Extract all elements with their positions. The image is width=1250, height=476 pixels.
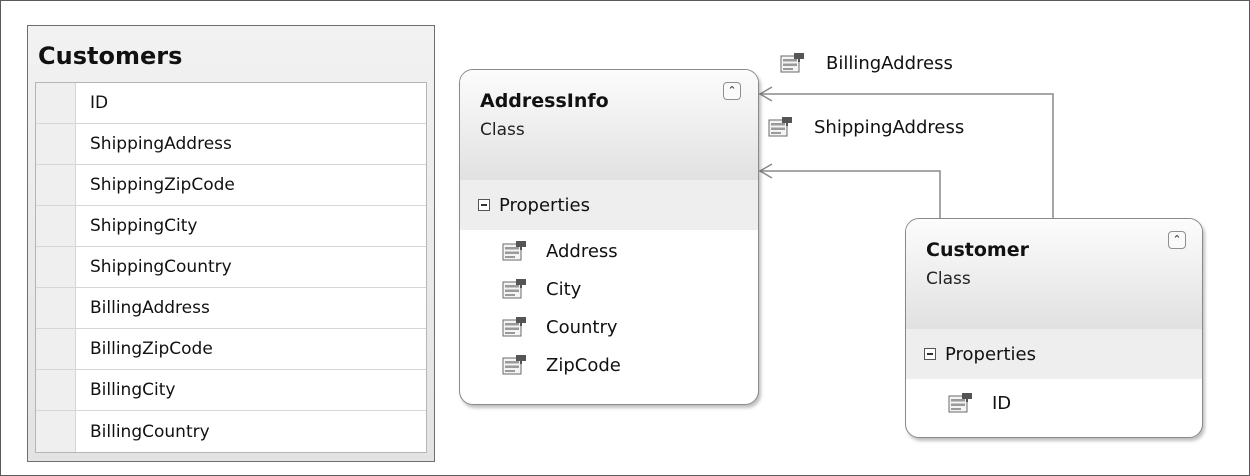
column-name: ShippingZipCode <box>90 175 235 195</box>
property-icon <box>502 355 526 375</box>
shipping-address-association-label[interactable]: ShippingAddress <box>768 116 964 138</box>
column-name: BillingCity <box>90 380 176 400</box>
class-stereotype: Class <box>926 269 971 289</box>
row-selector[interactable] <box>36 124 76 164</box>
section-label: Properties <box>945 343 1036 365</box>
property-name: Country <box>546 316 618 338</box>
column-name: BillingCountry <box>90 421 210 442</box>
association-name: BillingAddress <box>826 52 953 74</box>
column-name: ID <box>90 93 109 113</box>
column-name: BillingAddress <box>90 298 210 318</box>
table-row[interactable]: ShippingZipCode <box>36 165 426 206</box>
billing-address-connector <box>760 93 1054 218</box>
class-name: Customer <box>926 239 1029 261</box>
double-chevron-up-icon[interactable]: ⌃ <box>723 82 741 100</box>
property-name: City <box>546 278 582 300</box>
properties-section-header[interactable]: Properties <box>460 180 758 230</box>
table-row[interactable]: BillingZipCode <box>36 329 426 370</box>
shipping-address-connector <box>760 170 941 218</box>
table-row[interactable]: ID <box>36 83 426 124</box>
row-selector[interactable] <box>36 165 76 205</box>
row-selector[interactable] <box>36 329 76 369</box>
class-name: AddressInfo <box>480 90 609 112</box>
property-name: ZipCode <box>546 354 621 376</box>
property-icon <box>502 317 526 337</box>
billing-address-association-label[interactable]: BillingAddress <box>780 52 953 74</box>
addressinfo-class-shape[interactable]: AddressInfo Class ⌃ Properties Address C… <box>459 69 759 405</box>
property-icon <box>502 279 526 299</box>
collapse-section-icon[interactable] <box>924 348 936 360</box>
table-row[interactable]: ShippingCity <box>36 206 426 247</box>
property-item[interactable]: ZipCode <box>502 346 621 384</box>
customers-table[interactable]: Customers ID ShippingAddress ShippingZip… <box>27 25 435 462</box>
property-item[interactable]: ID <box>948 384 1011 422</box>
row-selector[interactable] <box>36 247 76 287</box>
property-item[interactable]: Address <box>502 232 618 270</box>
row-selector[interactable] <box>36 288 76 328</box>
row-selector[interactable] <box>36 206 76 246</box>
property-icon <box>502 241 526 261</box>
row-selector[interactable] <box>36 370 76 410</box>
property-icon <box>948 393 972 413</box>
customer-class-shape[interactable]: Customer Class ⌃ Properties ID <box>905 218 1203 438</box>
property-name: ID <box>992 392 1012 414</box>
column-name: ShippingAddress <box>90 134 232 154</box>
property-icon <box>780 53 804 73</box>
column-name: ShippingCity <box>90 216 198 236</box>
section-label: Properties <box>499 194 590 216</box>
column-name: BillingZipCode <box>90 339 213 359</box>
table-title: Customers <box>38 42 183 70</box>
properties-section-header[interactable]: Properties <box>906 329 1202 379</box>
row-selector[interactable] <box>36 411 76 452</box>
double-chevron-up-icon[interactable]: ⌃ <box>1168 231 1186 249</box>
association-name: ShippingAddress <box>814 116 965 138</box>
class-stereotype: Class <box>480 120 525 140</box>
property-item[interactable]: Country <box>502 308 618 346</box>
property-icon <box>768 117 792 137</box>
table-row[interactable]: BillingAddress <box>36 288 426 329</box>
table-row[interactable]: BillingCountry <box>36 411 426 452</box>
collapse-section-icon[interactable] <box>478 199 490 211</box>
column-name: ShippingCountry <box>90 257 232 277</box>
property-item[interactable]: City <box>502 270 581 308</box>
property-name: Address <box>546 240 618 262</box>
table-row[interactable]: BillingCity <box>36 370 426 411</box>
table-row[interactable]: ShippingAddress <box>36 124 426 165</box>
table-row[interactable]: ShippingCountry <box>36 247 426 288</box>
row-selector[interactable] <box>36 83 76 123</box>
table-columns: ID ShippingAddress ShippingZipCode Shipp… <box>35 82 427 453</box>
